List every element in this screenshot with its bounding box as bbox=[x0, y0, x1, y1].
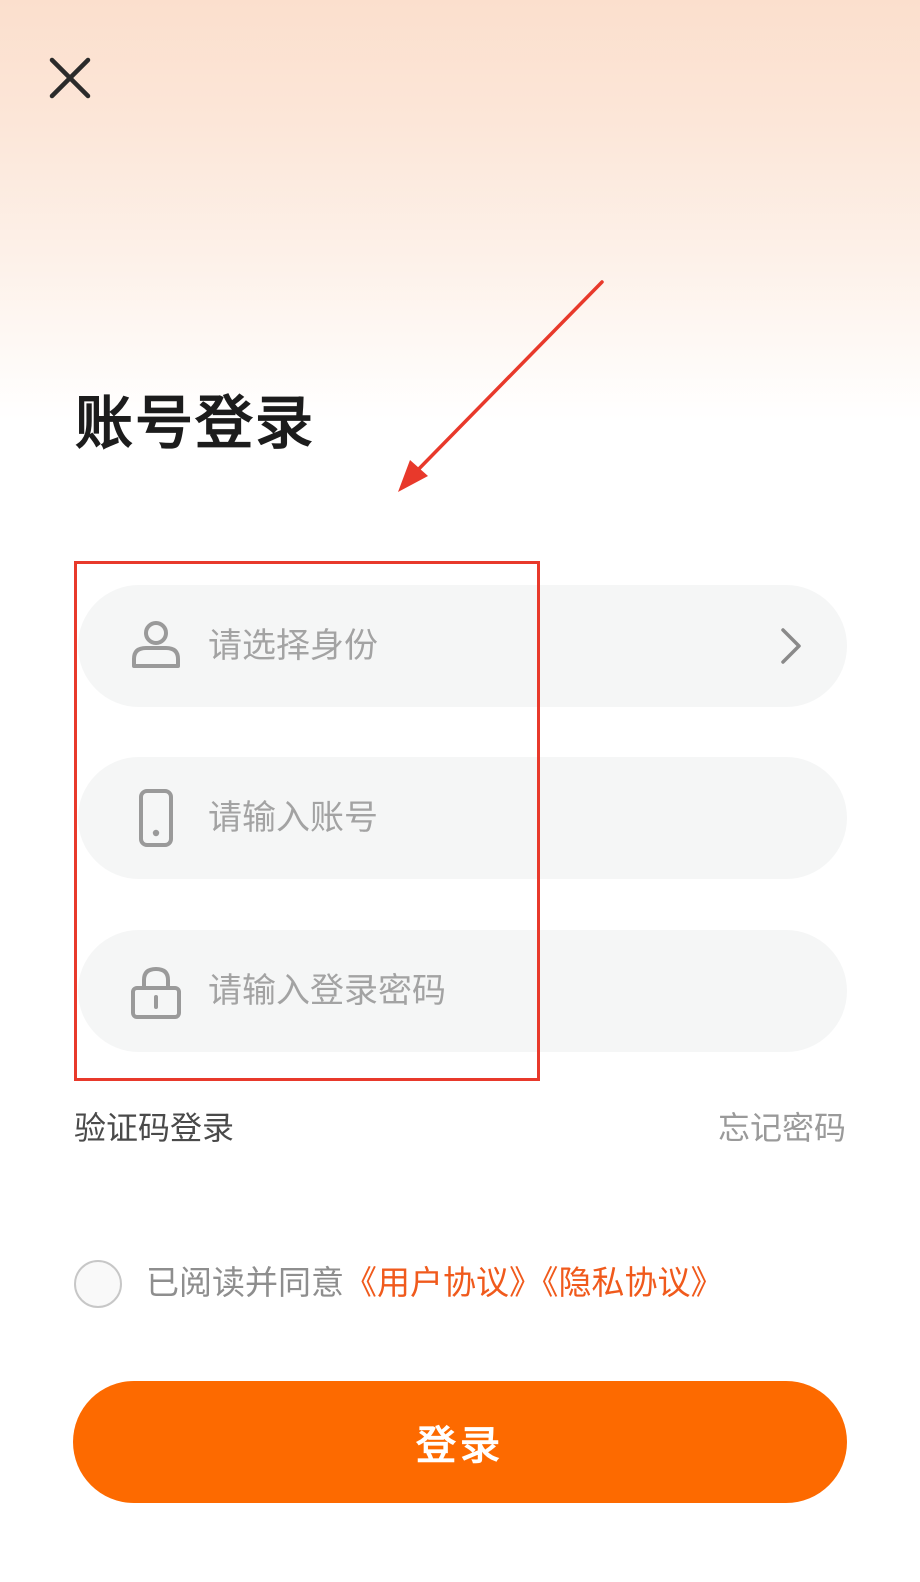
lock-icon bbox=[124, 959, 188, 1023]
password-field bbox=[78, 930, 847, 1052]
password-input[interactable] bbox=[208, 930, 728, 1052]
page-title: 账号登录 bbox=[75, 389, 316, 457]
identity-select[interactable] bbox=[78, 585, 847, 707]
user-icon bbox=[124, 614, 188, 678]
phone-icon bbox=[124, 786, 188, 850]
close-button[interactable] bbox=[40, 48, 100, 108]
account-input[interactable] bbox=[208, 757, 728, 879]
login-button[interactable]: 登录 bbox=[73, 1381, 847, 1503]
sms-login-link[interactable]: 验证码登录 bbox=[74, 1106, 234, 1150]
identity-input[interactable] bbox=[208, 585, 728, 707]
chevron-right-icon bbox=[765, 621, 815, 671]
close-icon bbox=[49, 57, 91, 99]
account-field bbox=[78, 757, 847, 879]
user-agreement-link[interactable]: 《用户协议》 bbox=[344, 1263, 542, 1302]
privacy-policy-link[interactable]: 《隐私协议》 bbox=[542, 1263, 724, 1302]
agreement-prefix: 已阅读并同意 bbox=[146, 1263, 344, 1302]
annotation-arrow bbox=[398, 280, 604, 492]
login-page: 账号登录 请选择身份 请输入账号 验证码登录 忘记密码 已阅读并同意《用户协议》… bbox=[0, 0, 920, 1582]
agreement-checkbox[interactable] bbox=[74, 1260, 122, 1308]
forgot-password-link[interactable]: 忘记密码 bbox=[718, 1106, 846, 1150]
agreement-text: 已阅读并同意《用户协议》《隐私协议》 bbox=[146, 1260, 724, 1306]
